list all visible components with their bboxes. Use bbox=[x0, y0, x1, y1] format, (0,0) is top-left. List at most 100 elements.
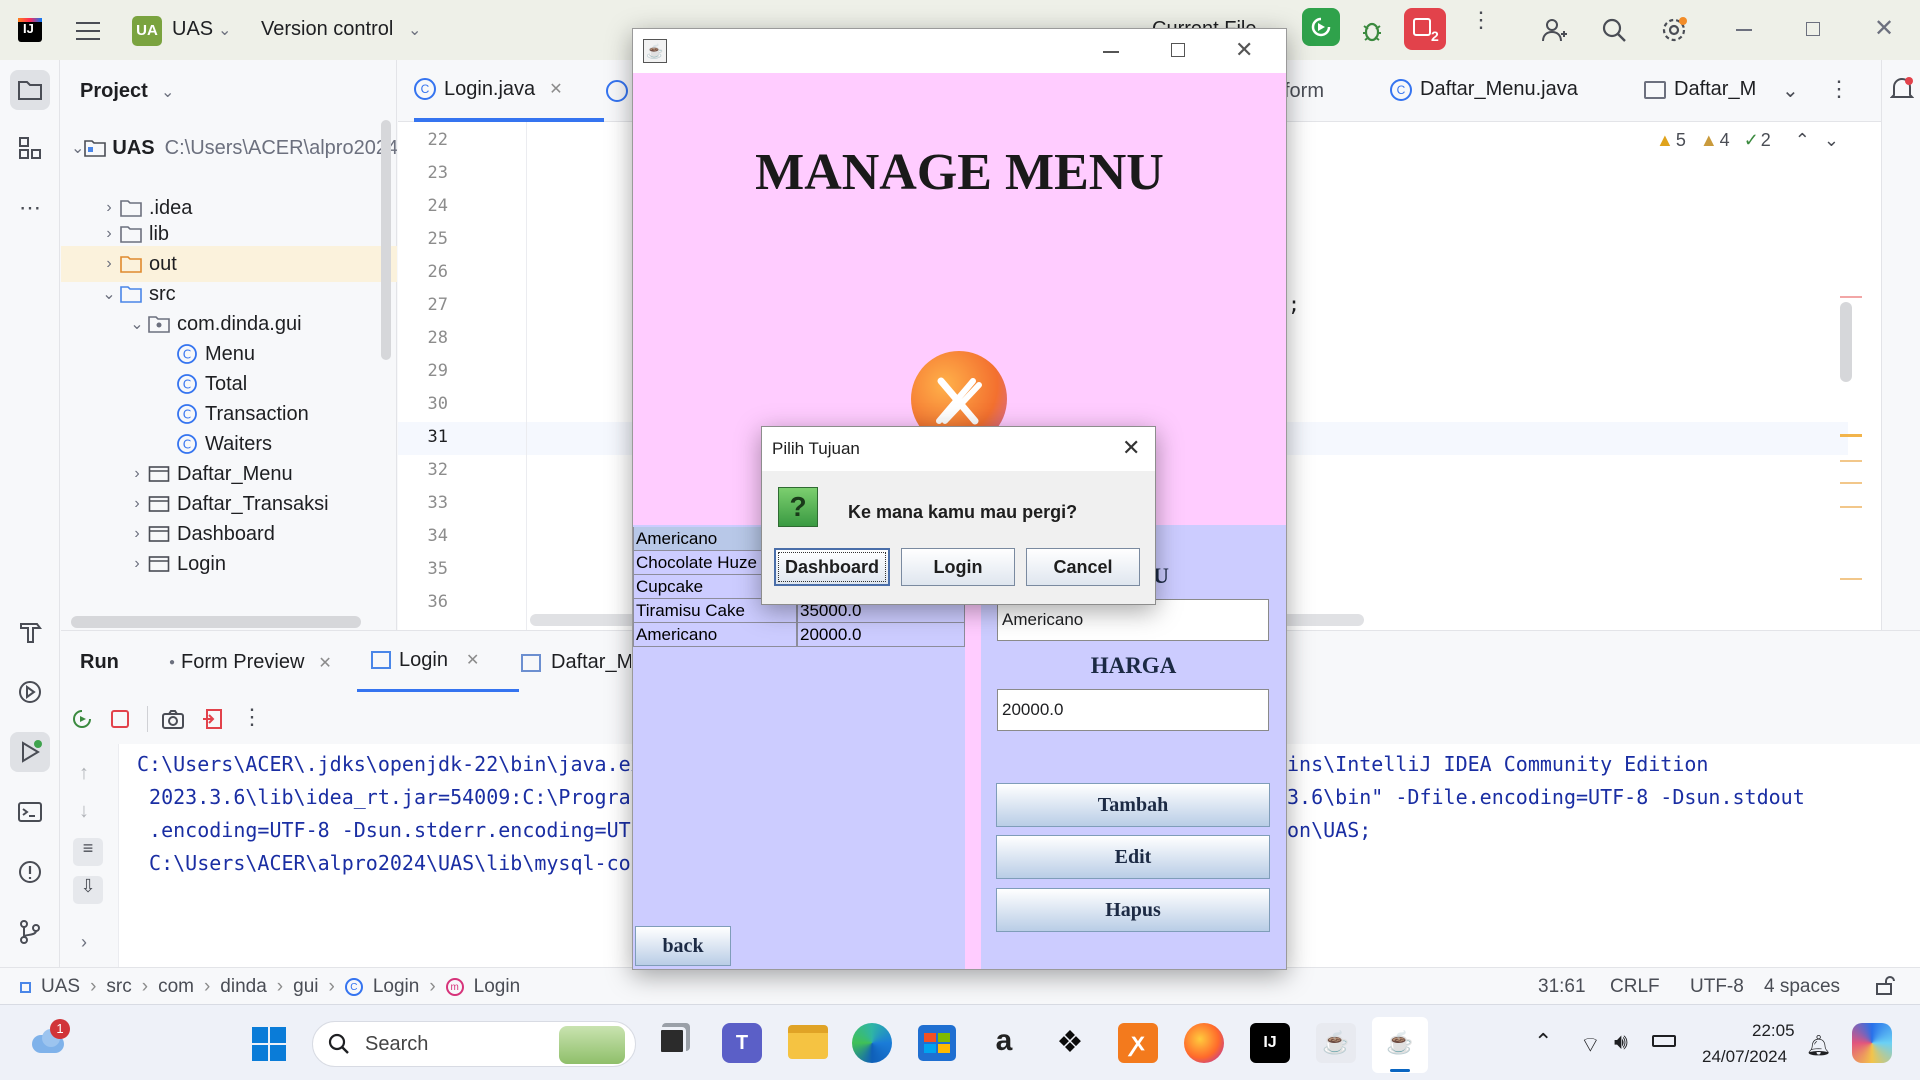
intellij-logo-icon[interactable]: IJ bbox=[18, 18, 42, 42]
crumb[interactable]: UAS bbox=[41, 976, 80, 998]
crumb[interactable]: Login bbox=[474, 976, 521, 998]
task-view-icon[interactable] bbox=[658, 1027, 686, 1055]
settings-gear-icon[interactable] bbox=[1660, 16, 1688, 44]
table-row[interactable]: Americano 20000.0 bbox=[633, 623, 965, 647]
close-icon[interactable]: ✕ bbox=[318, 653, 331, 673]
edit-button[interactable]: Edit bbox=[996, 835, 1270, 879]
cancel-button[interactable]: Cancel bbox=[1026, 548, 1140, 586]
chevron-down-icon[interactable]: ⌄ bbox=[127, 314, 147, 334]
weather-icon[interactable]: 1 bbox=[28, 1019, 70, 1057]
add-button[interactable]: Tambah bbox=[996, 783, 1270, 827]
teams-icon[interactable]: T bbox=[722, 1023, 762, 1063]
chevron-down-icon[interactable]: ⌄ bbox=[99, 284, 119, 304]
firefox-icon[interactable] bbox=[1184, 1023, 1224, 1063]
tab-login-run[interactable]: Login ✕ bbox=[357, 631, 519, 693]
soft-wrap-icon[interactable]: ≡ bbox=[73, 838, 103, 866]
microsoft-store-icon[interactable] bbox=[918, 1025, 956, 1061]
chevron-right-icon[interactable]: › bbox=[99, 199, 119, 217]
login-button[interactable]: Login bbox=[901, 548, 1015, 586]
camera-icon[interactable] bbox=[161, 708, 185, 730]
chevron-right-icon[interactable]: › bbox=[127, 465, 147, 483]
crumb[interactable]: src bbox=[106, 976, 131, 998]
rerun-icon[interactable] bbox=[1302, 8, 1340, 46]
tree-hscrollbar[interactable] bbox=[71, 616, 361, 628]
structure-icon[interactable] bbox=[10, 128, 50, 168]
delete-button[interactable]: Hapus bbox=[996, 888, 1270, 932]
copilot-icon[interactable] bbox=[1852, 1023, 1892, 1063]
crumb[interactable]: gui bbox=[293, 976, 318, 998]
run-tool-icon[interactable] bbox=[10, 732, 50, 772]
problems-icon[interactable] bbox=[10, 852, 50, 892]
project-badge[interactable]: UA bbox=[132, 16, 162, 46]
line-separator[interactable]: CRLF bbox=[1610, 976, 1660, 998]
run-panel-title[interactable]: Run bbox=[80, 651, 119, 674]
tree-root-uas[interactable]: ⌄ UAS C:\Users\ACER\alpro2024\UAS bbox=[61, 130, 397, 166]
dropbox-icon[interactable]: ❖ bbox=[1052, 1025, 1088, 1061]
tab-form[interactable]: form bbox=[1284, 80, 1324, 103]
crumb[interactable]: Login bbox=[373, 976, 420, 998]
close-icon[interactable]: ✕ bbox=[1235, 37, 1253, 63]
clock-date[interactable]: 24/07/2024 bbox=[1702, 1047, 1787, 1067]
edge-browser-icon[interactable] bbox=[852, 1023, 892, 1063]
intellij-icon[interactable]: IJ bbox=[1250, 1023, 1290, 1063]
chevron-right-icon[interactable]: › bbox=[127, 525, 147, 543]
more-actions-icon[interactable]: ⋮ bbox=[1470, 9, 1492, 31]
tab-list-chevron-icon[interactable]: ⌄ bbox=[1782, 78, 1799, 103]
add-user-icon[interactable] bbox=[1540, 16, 1568, 44]
wifi-icon[interactable]: ⌔ bbox=[1580, 1031, 1601, 1059]
file-explorer-icon[interactable] bbox=[788, 1025, 828, 1059]
scroll-down-icon[interactable]: ↓ bbox=[79, 800, 89, 823]
minimize-window-icon[interactable] bbox=[1736, 29, 1752, 31]
file-encoding[interactable]: UTF-8 bbox=[1690, 976, 1744, 998]
caret-position[interactable]: 31:61 bbox=[1538, 976, 1586, 998]
build-hammer-icon[interactable] bbox=[10, 612, 50, 652]
more-tools-icon[interactable]: ⋯ bbox=[10, 188, 50, 228]
amazon-icon[interactable]: a bbox=[984, 1023, 1024, 1063]
tree-item[interactable]: › Login bbox=[61, 546, 397, 582]
lock-icon[interactable] bbox=[1874, 976, 1896, 996]
indent-setting[interactable]: 4 spaces bbox=[1764, 976, 1840, 998]
project-panel-title[interactable]: Project bbox=[80, 80, 148, 103]
chevron-down-icon[interactable]: ⌄ bbox=[1824, 130, 1839, 151]
close-icon[interactable]: ✕ bbox=[549, 79, 562, 99]
clock-time[interactable]: 22:05 bbox=[1752, 1021, 1795, 1041]
dashboard-button[interactable]: Dashboard bbox=[774, 548, 890, 586]
tree-scrollbar[interactable] bbox=[381, 120, 391, 360]
stop-all-icon[interactable]: 2 bbox=[1404, 8, 1446, 50]
crumb[interactable]: com bbox=[158, 976, 194, 998]
volume-icon[interactable]: 🔊︎ bbox=[1614, 1029, 1628, 1055]
debug-icon[interactable] bbox=[1358, 16, 1386, 44]
restore-window-icon[interactable] bbox=[1806, 22, 1820, 36]
tab-more-icon[interactable]: ⋮ bbox=[1828, 76, 1850, 102]
main-menu-icon[interactable] bbox=[76, 20, 100, 40]
chevron-up-icon[interactable]: ⌃ bbox=[1795, 130, 1810, 151]
inspection-widget[interactable]: ▲ 5 ▲ 4 ✓ 2 ⌃ ⌄ bbox=[1656, 130, 1839, 151]
rerun-icon[interactable] bbox=[71, 708, 93, 730]
editor-scrollbar[interactable] bbox=[1840, 302, 1852, 382]
chevron-right-icon[interactable]: › bbox=[127, 555, 147, 573]
services-icon[interactable] bbox=[10, 672, 50, 712]
search-icon[interactable] bbox=[1600, 16, 1628, 44]
maximize-icon[interactable] bbox=[1171, 43, 1185, 57]
battery-icon[interactable] bbox=[1652, 1035, 1676, 1047]
back-button[interactable]: back bbox=[635, 926, 731, 966]
tab-daftar-m[interactable]: Daftar_M bbox=[1644, 78, 1764, 101]
price-input[interactable]: 20000.0 bbox=[997, 689, 1269, 731]
tab-form-preview[interactable]: ● Form Preview ✕ bbox=[169, 651, 332, 674]
java-app-active-icon[interactable]: ☕ bbox=[1372, 1017, 1428, 1073]
crumb[interactable]: dinda bbox=[220, 976, 267, 998]
tab-daftar-menu-java[interactable]: C Daftar_Menu.java bbox=[1390, 78, 1578, 101]
more-icon[interactable]: ⋮ bbox=[241, 704, 263, 730]
menu-name-input[interactable]: Americano bbox=[997, 599, 1269, 641]
xampp-icon[interactable]: ꭗ bbox=[1118, 1023, 1158, 1063]
stop-icon[interactable] bbox=[111, 710, 129, 728]
tab-daftar-m-run[interactable]: Daftar_M bbox=[521, 651, 631, 674]
notification-bell-icon[interactable]: 🔔︎ bbox=[1806, 1033, 1831, 1058]
close-icon[interactable]: ✕ bbox=[1122, 435, 1140, 461]
project-name[interactable]: UAS bbox=[172, 18, 213, 41]
scroll-to-end-icon[interactable]: ⇩ bbox=[73, 876, 103, 904]
project-folder-icon[interactable] bbox=[10, 70, 50, 110]
tray-overflow-icon[interactable]: ⌃ bbox=[1534, 1029, 1552, 1055]
minimize-icon[interactable] bbox=[1103, 51, 1119, 53]
close-window-icon[interactable]: ✕ bbox=[1874, 14, 1894, 43]
